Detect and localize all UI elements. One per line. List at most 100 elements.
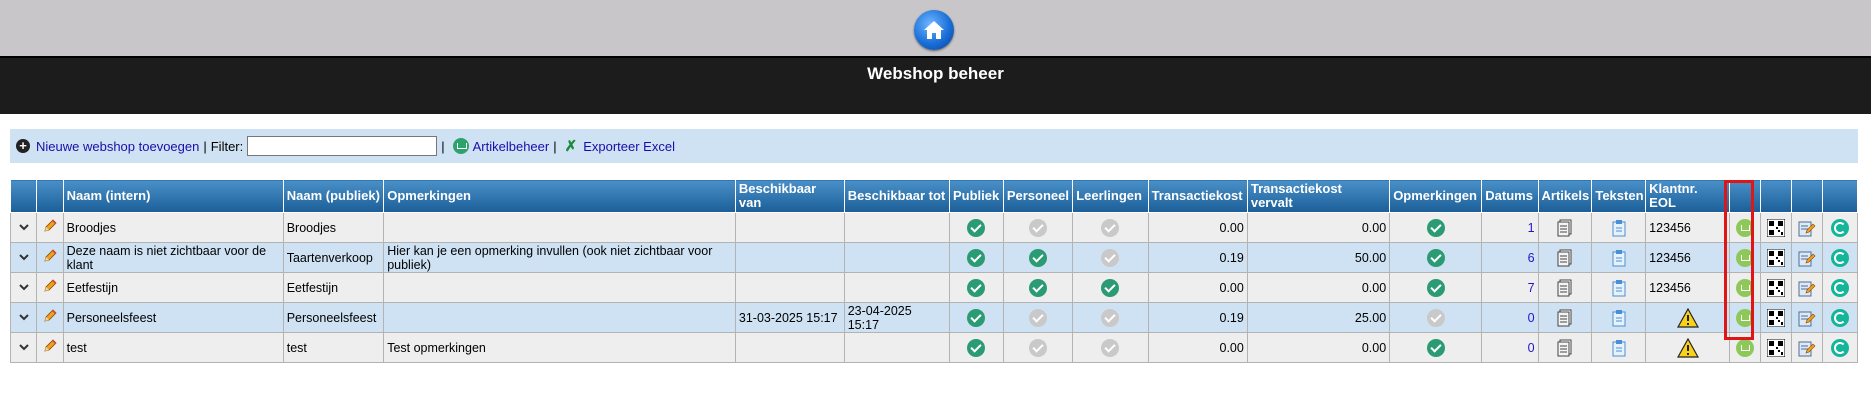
document-icon[interactable] (1557, 219, 1573, 236)
teksten-cell (1591, 272, 1647, 303)
leerlingen-check-icon[interactable] (1101, 218, 1120, 237)
datums-link[interactable]: 6 (1481, 242, 1539, 273)
edit-cell (36, 302, 64, 333)
clipboard-icon[interactable] (1611, 339, 1627, 356)
opmerkingen-flag-check-icon[interactable] (1426, 278, 1445, 297)
qr-cell (1759, 302, 1793, 333)
sync-icon[interactable] (1831, 338, 1850, 357)
opmerkingen-flag-check-icon[interactable] (1426, 338, 1445, 357)
pencil-icon[interactable] (42, 279, 58, 297)
home-icon[interactable] (914, 10, 954, 50)
expand-cell (9, 272, 38, 303)
publiek-check-icon[interactable] (967, 338, 986, 357)
export-excel-link[interactable]: Exporteer Excel (583, 139, 675, 154)
col-header-beschikbaar-van: Beschikbaar van (734, 179, 845, 213)
sync-icon[interactable] (1831, 278, 1850, 297)
excel-icon[interactable]: ✗ (565, 137, 578, 155)
personeel-check-icon[interactable] (1029, 278, 1048, 297)
add-circle-icon[interactable]: + (16, 139, 30, 153)
chevron-down-icon[interactable] (18, 341, 29, 355)
shop-cart-icon[interactable] (1735, 338, 1754, 357)
filter-label: Filter: (210, 138, 244, 154)
opmerkingen-flag-check-icon[interactable] (1426, 248, 1445, 267)
webshop-table: Naam (intern) Naam (publiek) Opmerkingen Be… (9, 179, 1858, 363)
opmerkingen-cell (383, 272, 736, 303)
leerlingen-check-icon[interactable] (1101, 338, 1120, 357)
cart-icon[interactable] (452, 138, 469, 154)
sync-icon[interactable] (1831, 248, 1850, 267)
clipboard-icon[interactable] (1611, 309, 1627, 326)
beschikbaar-tot-cell (843, 212, 951, 243)
personeel-cell (1002, 272, 1074, 303)
naam-publiek-cell: Eetfestijn (282, 272, 385, 303)
teksten-cell (1591, 242, 1647, 273)
personeel-check-icon[interactable] (1029, 218, 1048, 237)
edit-document-icon[interactable] (1798, 250, 1816, 266)
transactiekost-vervalt-cell: 50.00 (1246, 242, 1391, 273)
separator: | (441, 138, 445, 154)
edit-document-icon[interactable] (1798, 340, 1816, 356)
edit-document-icon[interactable] (1798, 310, 1816, 326)
qr-code-icon[interactable] (1767, 278, 1786, 297)
col-header-klantnr-eol: Klantnr. EOL (1645, 179, 1730, 213)
document-icon[interactable] (1557, 249, 1573, 266)
document-icon[interactable] (1557, 309, 1573, 326)
sync-icon[interactable] (1831, 308, 1850, 327)
edit-document-icon[interactable] (1798, 280, 1816, 296)
sync-icon[interactable] (1831, 218, 1850, 237)
chevron-down-icon[interactable] (18, 281, 29, 295)
opmerkingen-flag-check-icon[interactable] (1426, 218, 1445, 237)
qr-code-icon[interactable] (1767, 308, 1786, 327)
edit-cell (36, 272, 64, 303)
col-header-expand (9, 179, 38, 213)
edit-document-icon[interactable] (1798, 220, 1816, 236)
publiek-check-icon[interactable] (967, 278, 986, 297)
opmerkingen-flag-check-icon[interactable] (1426, 308, 1445, 327)
col-header-leerlingen: Leerlingen (1072, 179, 1149, 213)
col-header-edit-texts (1791, 179, 1824, 213)
chevron-down-icon[interactable] (18, 221, 29, 235)
leerlingen-cell (1072, 332, 1149, 363)
naam-intern-cell: Eetfestijn (62, 272, 284, 303)
clipboard-icon[interactable] (1611, 219, 1627, 236)
datums-link[interactable]: 0 (1481, 302, 1539, 333)
publiek-cell (949, 332, 1004, 363)
clipboard-icon[interactable] (1611, 279, 1627, 296)
leerlingen-check-icon[interactable] (1101, 278, 1120, 297)
transactiekost-cell: 0.19 (1147, 302, 1248, 333)
personeel-check-icon[interactable] (1029, 308, 1048, 327)
article-management-link[interactable]: Artikelbeheer (473, 139, 550, 154)
leerlingen-check-icon[interactable] (1101, 248, 1120, 267)
document-icon[interactable] (1557, 279, 1573, 296)
qr-code-icon[interactable] (1767, 248, 1786, 267)
clipboard-icon[interactable] (1611, 249, 1627, 266)
separator: | (203, 138, 207, 154)
document-icon[interactable] (1557, 339, 1573, 356)
klantnr-cell: 123456 (1645, 242, 1730, 273)
qr-code-icon[interactable] (1767, 338, 1786, 357)
publiek-check-icon[interactable] (967, 218, 986, 237)
leerlingen-check-icon[interactable] (1101, 308, 1120, 327)
filter-input[interactable] (247, 136, 438, 156)
personeel-check-icon[interactable] (1029, 338, 1048, 357)
klantnr-cell (1645, 332, 1730, 363)
sync-cell (1822, 302, 1858, 333)
transactiekost-vervalt-cell: 0.00 (1246, 212, 1391, 243)
add-webshop-link[interactable]: Nieuwe webshop toevoegen (36, 139, 199, 154)
pencil-icon[interactable] (42, 219, 58, 237)
pencil-icon[interactable] (42, 249, 58, 267)
personeel-check-icon[interactable] (1029, 248, 1048, 267)
pencil-icon[interactable] (42, 339, 58, 357)
edit-cell (36, 242, 64, 273)
chevron-down-icon[interactable] (18, 251, 29, 265)
publiek-check-icon[interactable] (967, 248, 986, 267)
datums-link[interactable]: 7 (1481, 272, 1539, 303)
datums-link[interactable]: 0 (1481, 332, 1539, 363)
datums-link[interactable]: 1 (1481, 212, 1539, 243)
pencil-icon[interactable] (42, 309, 58, 327)
expand-cell (9, 332, 38, 363)
publiek-check-icon[interactable] (967, 308, 986, 327)
chevron-down-icon[interactable] (18, 311, 29, 325)
naam-publiek-cell: test (282, 332, 385, 363)
qr-code-icon[interactable] (1767, 218, 1786, 237)
